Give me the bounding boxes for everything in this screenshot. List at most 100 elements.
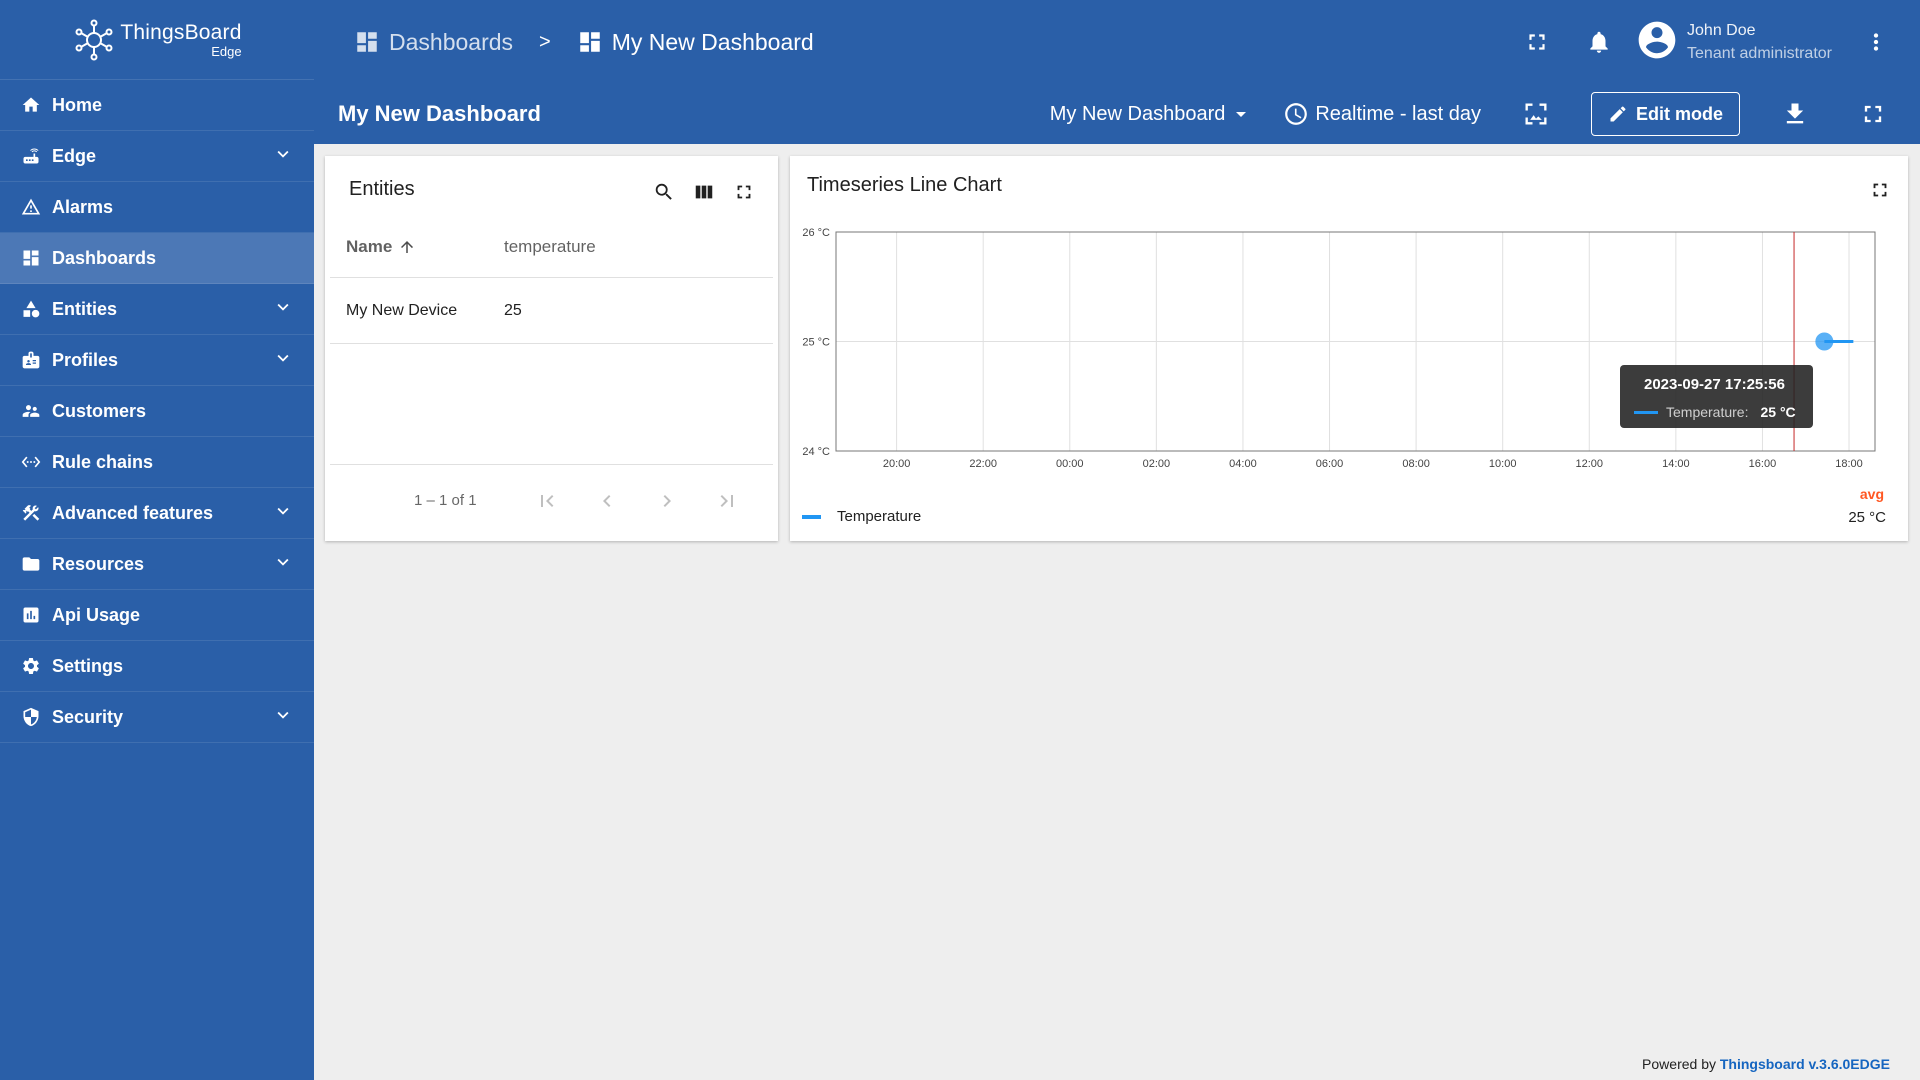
breadcrumb-label: My New Dashboard <box>611 28 814 55</box>
breadcrumb-dashboards[interactable]: Dashboards <box>354 29 513 56</box>
timewindow-button[interactable]: Realtime - last day <box>1283 101 1481 127</box>
dashboard-icon <box>577 29 603 55</box>
sidebar-item-label: Alarms <box>52 196 114 217</box>
x-tick-label: 08:00 <box>1402 458 1430 470</box>
sidebar-item-dashboards[interactable]: Dashboards <box>0 233 314 284</box>
fullscreen-button[interactable] <box>1513 18 1561 66</box>
pencil-icon <box>1610 106 1626 122</box>
sidebar-item-edge[interactable]: Edge <box>0 131 314 182</box>
y-tick-label: 24 °C <box>802 446 830 458</box>
next-page-button[interactable] <box>637 481 697 521</box>
chevron-down-icon[interactable] <box>272 296 294 323</box>
table-row[interactable]: My New Device 25 <box>330 278 773 344</box>
chevron-down-icon[interactable] <box>272 143 294 170</box>
sidebar-nav: Home Edge Alarms Dashboards Entities Profiles… <box>0 80 314 743</box>
data-point <box>1815 332 1834 351</box>
column-header-name[interactable]: Name <box>330 237 504 257</box>
previous-page-button[interactable] <box>577 481 637 521</box>
y-tick-label: 26 °C <box>802 227 830 239</box>
widget-fullscreen-button[interactable] <box>1866 176 1894 204</box>
x-tick-label: 20:00 <box>883 458 911 470</box>
x-tick-label: 00:00 <box>1056 458 1084 470</box>
sidebar-item-security[interactable]: Security <box>0 692 314 743</box>
x-tick-label: 16:00 <box>1749 458 1777 470</box>
construction-icon <box>20 502 42 524</box>
download-button[interactable] <box>1770 89 1820 139</box>
sidebar-item-advanced-features[interactable]: Advanced features <box>0 488 314 539</box>
x-tick-label: 04:00 <box>1229 458 1257 470</box>
dashboard-toolbar: My New Dashboard My New Dashboard Realti… <box>314 84 1920 144</box>
sidebar-item-label: Profiles <box>52 349 119 370</box>
image-export-icon <box>1525 103 1547 125</box>
powered-by: Powered by Thingsboard v.3.6.0EDGE <box>1642 1056 1890 1072</box>
chevron-down-icon[interactable] <box>272 704 294 731</box>
column-header-temperature[interactable]: temperature <box>504 237 596 257</box>
export-image-button[interactable] <box>1511 89 1561 139</box>
entities-widget: Entities Name temperature My New Device … <box>325 156 778 541</box>
top-header: Dashboards > My New Dashboard John Doe T… <box>314 0 1920 84</box>
sidebar-item-rule-chains[interactable]: Rule chains <box>0 437 314 488</box>
fullscreen-icon <box>1864 105 1882 123</box>
notifications-button[interactable] <box>1575 18 1623 66</box>
user-name: John Doe <box>1687 21 1756 39</box>
more-vert-icon <box>1873 33 1879 51</box>
column-header-label: Name <box>346 236 393 256</box>
columns-button[interactable] <box>684 174 724 210</box>
legend-swatch <box>802 514 821 519</box>
cell-temperature: 25 <box>504 301 522 319</box>
sidebar-item-customers[interactable]: Customers <box>0 386 314 437</box>
chevron-left-icon <box>602 494 610 507</box>
sidebar-item-api-usage[interactable]: Api Usage <box>0 590 314 641</box>
edit-mode-label: Edit mode <box>1635 103 1723 124</box>
legend-series-label: Temperature <box>837 508 922 525</box>
tooltip-label: Temperature: <box>1666 404 1749 420</box>
dashboard-select[interactable]: My New Dashboard <box>1050 102 1254 126</box>
home-icon <box>20 94 42 116</box>
chart-legend[interactable]: Temperature <box>802 508 921 525</box>
dashboard-icon <box>354 29 380 55</box>
sidebar-item-settings[interactable]: Settings <box>0 641 314 692</box>
fullscreen-icon <box>1873 183 1887 197</box>
user-menu[interactable]: John Doe Tenant administrator <box>1635 18 1832 67</box>
first-page-button[interactable] <box>517 481 577 521</box>
chevron-down-icon[interactable] <box>272 347 294 374</box>
chevron-down-icon[interactable] <box>272 551 294 578</box>
gear-icon <box>20 655 42 677</box>
insert-chart-icon <box>20 604 42 626</box>
sidebar-item-home[interactable]: Home <box>0 80 314 131</box>
page-range-label: 1 – 1 of 1 <box>414 492 477 509</box>
logo[interactable]: ThingsBoard Edge <box>0 0 314 80</box>
sidebar-item-label: Dashboards <box>52 247 157 268</box>
y-tick-label: 25 °C <box>802 337 830 349</box>
search-button[interactable] <box>644 174 684 210</box>
chart-widget-title: Timeseries Line Chart <box>807 174 1002 196</box>
table-header: Name temperature <box>330 216 773 278</box>
sidebar-item-label: Advanced features <box>52 502 214 523</box>
sidebar-item-label: Security <box>52 706 124 727</box>
sidebar-item-label: Rule chains <box>52 451 154 472</box>
chevron-down-icon[interactable] <box>272 500 294 527</box>
sidebar-item-alarms[interactable]: Alarms <box>0 182 314 233</box>
sidebar-item-profiles[interactable]: Profiles <box>0 335 314 386</box>
sidebar-item-entities[interactable]: Entities <box>0 284 314 335</box>
sidebar-item-resources[interactable]: Resources <box>0 539 314 590</box>
sidebar-item-label: Resources <box>52 553 145 574</box>
edit-mode-button[interactable]: Edit mode <box>1590 92 1740 136</box>
breadcrumb-separator: > <box>539 30 551 53</box>
fullscreen-icon <box>1529 34 1545 50</box>
legend-avg-value: 25 °C <box>1848 509 1886 526</box>
timewindow-label: Realtime - last day <box>1315 102 1481 125</box>
arrow-drop-down-icon <box>1236 112 1247 117</box>
more-menu-button[interactable] <box>1852 18 1900 66</box>
x-tick-label: 10:00 <box>1489 458 1517 470</box>
last-page-button[interactable] <box>697 481 757 521</box>
tooltip-time: 2023-09-27 17:25:56 <box>1644 376 1785 393</box>
dashboard-fullscreen-button[interactable] <box>1848 89 1898 139</box>
x-tick-label: 18:00 <box>1835 458 1863 470</box>
version-link[interactable]: Thingsboard v.3.6.0EDGE <box>1720 1056 1890 1072</box>
line-chart[interactable]: 24 °C 25 °C 26 °C 20:00 22:00 00:00 02:00 04:00… <box>790 216 1908 476</box>
widget-fullscreen-button[interactable] <box>724 174 764 210</box>
arrow-up-icon <box>401 240 414 253</box>
x-tick-label: 06:00 <box>1316 458 1344 470</box>
tooltip-swatch <box>1634 410 1658 414</box>
